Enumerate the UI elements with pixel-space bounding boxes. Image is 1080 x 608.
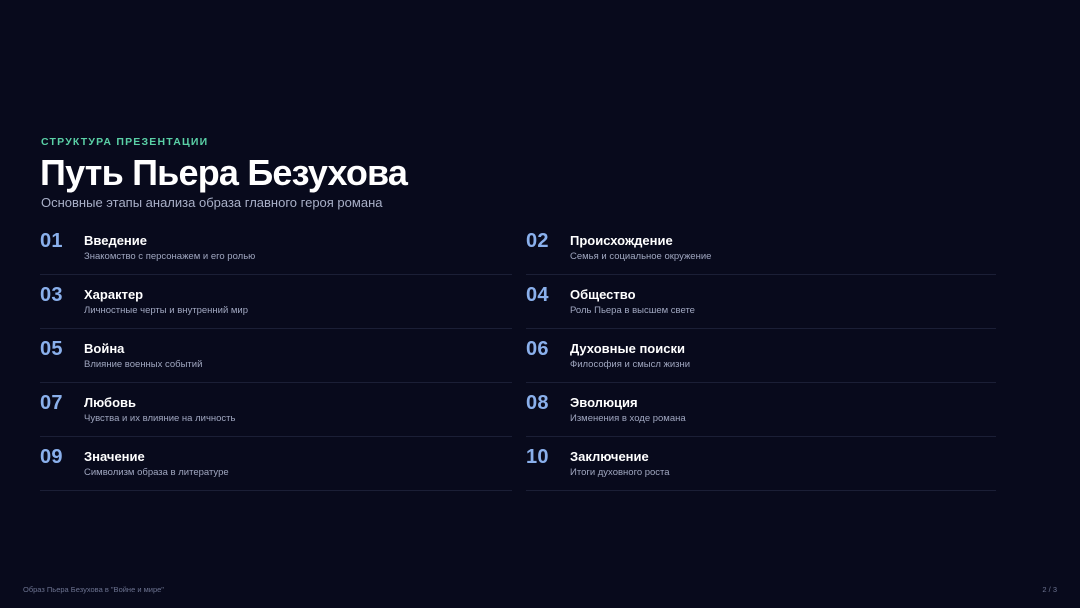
agenda-item-title: Заключение bbox=[570, 449, 649, 464]
agenda-item: 05 Война Влияние военных событий bbox=[40, 330, 512, 383]
agenda-item-number: 06 bbox=[526, 338, 549, 360]
agenda-item-title: Эволюция bbox=[570, 395, 638, 410]
footer-presentation-title: Образ Пьера Безухова в "Войне и мире" bbox=[23, 585, 164, 594]
agenda-item-title: Значение bbox=[84, 449, 145, 464]
agenda-item-number: 08 bbox=[526, 392, 549, 414]
agenda-item-description: Личностные черты и внутренний мир bbox=[84, 305, 249, 316]
agenda-item-description: Философия и смысл жизни bbox=[570, 359, 691, 370]
agenda-item: 02 Происхождение Семья и социальное окру… bbox=[526, 222, 996, 275]
agenda-item-title: Характер bbox=[84, 287, 144, 302]
agenda-item-title: Общество bbox=[570, 287, 636, 302]
agenda-item-description: Изменения в ходе романа bbox=[570, 413, 686, 424]
agenda-item-number: 03 bbox=[40, 284, 63, 306]
agenda-item: 04 Общество Роль Пьера в высшем свете bbox=[526, 276, 996, 329]
agenda-item-number: 10 bbox=[526, 446, 549, 468]
agenda-item-description: Семья и социальное окружение bbox=[570, 251, 712, 262]
agenda-item-description: Влияние военных событий bbox=[84, 359, 203, 370]
agenda-item: 08 Эволюция Изменения в ходе романа bbox=[526, 384, 996, 437]
agenda-item-title: Война bbox=[84, 341, 125, 356]
agenda-item: 03 Характер Личностные черты и внутренни… bbox=[40, 276, 512, 329]
page-subtitle: Основные этапы анализа образа главного г… bbox=[41, 195, 383, 210]
agenda-item-title: Духовные поиски bbox=[570, 341, 685, 356]
agenda-item-number: 01 bbox=[40, 230, 63, 252]
agenda-item-description: Чувства и их влияние на личность bbox=[84, 413, 236, 424]
agenda-item-number: 04 bbox=[526, 284, 549, 306]
agenda-item-description: Символизм образа в литературе bbox=[84, 467, 229, 478]
slide: СТРУКТУРА ПРЕЗЕНТАЦИИ Путь Пьера Безухов… bbox=[0, 0, 1080, 608]
agenda-item-number: 07 bbox=[40, 392, 63, 414]
agenda-item-number: 09 bbox=[40, 446, 63, 468]
agenda-item-description: Знакомство с персонажем и его ролью bbox=[84, 251, 256, 262]
page-title: Путь Пьера Безухова bbox=[40, 152, 408, 193]
section-eyebrow: СТРУКТУРА ПРЕЗЕНТАЦИИ bbox=[41, 136, 209, 148]
agenda-item-title: Любовь bbox=[84, 395, 137, 410]
agenda-item: 06 Духовные поиски Философия и смысл жиз… bbox=[526, 330, 996, 383]
agenda-item: 09 Значение Символизм образа в литератур… bbox=[40, 438, 512, 491]
agenda-item-description: Роль Пьера в высшем свете bbox=[570, 305, 695, 316]
footer-page-number: 2 / 3 bbox=[1042, 585, 1057, 594]
agenda-item-title: Происхождение bbox=[570, 233, 673, 248]
agenda-item: 07 Любовь Чувства и их влияние на личнос… bbox=[40, 384, 512, 437]
agenda-grid: 01 Введение Знакомство с персонажем и ег… bbox=[40, 222, 996, 492]
agenda-item-number: 05 bbox=[40, 338, 63, 360]
agenda-item-title: Введение bbox=[84, 233, 147, 248]
agenda-item: 10 Заключение Итоги духовного роста bbox=[526, 438, 996, 491]
agenda-item-description: Итоги духовного роста bbox=[570, 467, 670, 478]
agenda-item-number: 02 bbox=[526, 230, 549, 252]
agenda-item: 01 Введение Знакомство с персонажем и ег… bbox=[40, 222, 512, 275]
